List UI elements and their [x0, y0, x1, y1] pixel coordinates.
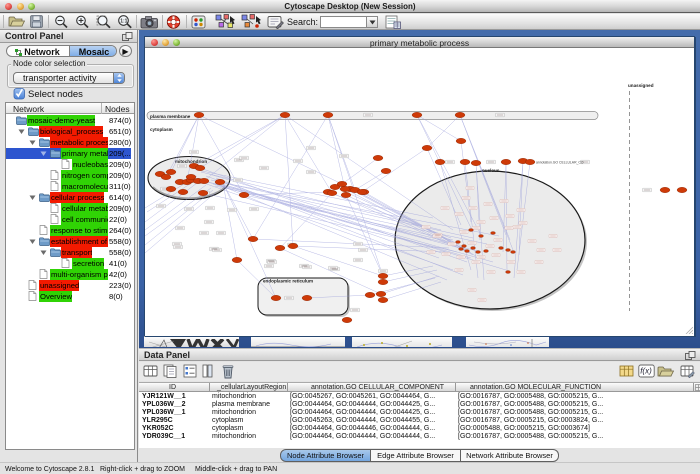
svg-text:unassigned: unassigned	[628, 83, 654, 88]
svg-text:1:1: 1:1	[120, 18, 127, 24]
svg-text:f(x): f(x)	[640, 367, 652, 376]
svg-text:cytoplasm: cytoplasm	[150, 127, 173, 132]
svg-text:plasma membrane: plasma membrane	[150, 114, 191, 119]
svg-text:nucleus: nucleus	[482, 168, 500, 173]
svg-text:endoplasmic reticulum: endoplasmic reticulum	[263, 279, 313, 284]
svg-text:annotation.GO CELLULAR_CO: annotation.GO CELLULAR_CO	[536, 161, 584, 165]
